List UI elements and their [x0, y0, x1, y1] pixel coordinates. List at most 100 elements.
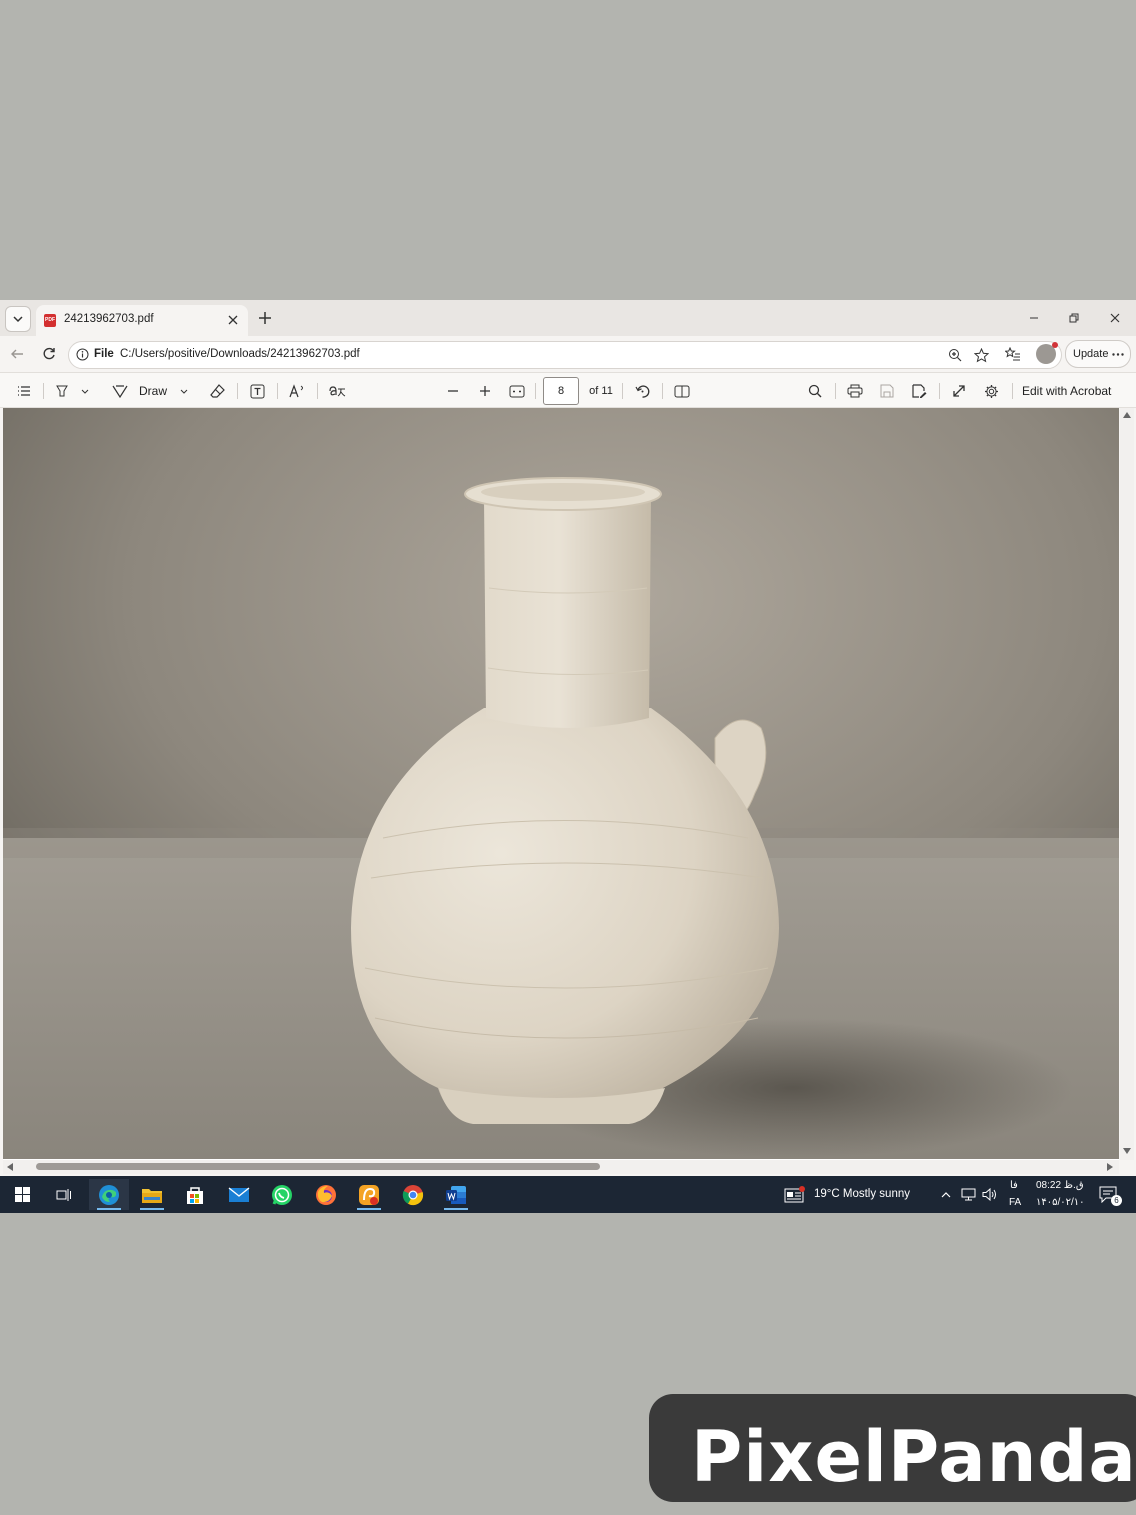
- save-as-button[interactable]: [909, 380, 929, 402]
- chevron-down-icon: [13, 316, 23, 323]
- plus-icon: [480, 386, 490, 396]
- horizontal-scrollbar[interactable]: [3, 1160, 1119, 1174]
- eraser-icon: [209, 384, 225, 398]
- plus-icon: [259, 312, 271, 324]
- volume-button[interactable]: [979, 1179, 999, 1210]
- taskbar-file-explorer[interactable]: [132, 1179, 172, 1210]
- page-view-button[interactable]: [672, 380, 692, 402]
- taskbar: 19°C Mostly sunny فا FA ق.ظ 08:22 ۱۴۰۵/۰…: [0, 1176, 1136, 1213]
- highlight-button[interactable]: [52, 380, 92, 402]
- refresh-button[interactable]: [38, 343, 60, 365]
- zoom-in-button[interactable]: [475, 380, 495, 402]
- read-aloud-button[interactable]: [287, 380, 307, 402]
- update-button[interactable]: Update: [1065, 340, 1131, 368]
- url-text[interactable]: C:/Users/positive/Downloads/24213962703.…: [120, 348, 360, 360]
- minus-icon: [448, 390, 458, 392]
- info-icon[interactable]: [76, 348, 89, 361]
- search-button[interactable]: [805, 380, 825, 402]
- new-tab-button[interactable]: [254, 307, 276, 329]
- erase-button[interactable]: [207, 380, 227, 402]
- profile-avatar[interactable]: [1036, 342, 1058, 364]
- favorites-list-icon: [1005, 347, 1020, 361]
- start-button[interactable]: [2, 1179, 42, 1210]
- taskbar-edge[interactable]: [89, 1179, 129, 1210]
- browser-window: PDF 24213962703.pdf File C:/Users/positi…: [0, 300, 1136, 1176]
- show-hidden-icons-button[interactable]: [936, 1179, 956, 1210]
- translate-button[interactable]: [326, 380, 348, 402]
- clock-date[interactable]: ۱۴۰۵/۰۲/۱۰: [1036, 1197, 1085, 1208]
- gear-icon: [984, 384, 998, 398]
- weather-widget-button[interactable]: [778, 1179, 812, 1210]
- favorites-button[interactable]: [1002, 343, 1024, 365]
- page-number-input[interactable]: 8: [543, 377, 579, 405]
- pdf-toolbar: Draw 8 of 11 Edit with Acrobat: [0, 372, 1136, 408]
- close-icon: [1110, 313, 1120, 323]
- minimize-button[interactable]: [1022, 307, 1046, 329]
- add-text-button[interactable]: [247, 380, 267, 402]
- input-language-native[interactable]: فا: [1010, 1180, 1018, 1191]
- address-row: File C:/Users/positive/Downloads/2421396…: [0, 336, 1136, 372]
- draw-label: Draw: [139, 384, 168, 398]
- mail-icon: [228, 1186, 250, 1202]
- file-explorer-icon: [142, 1188, 162, 1203]
- vertical-scrollbar[interactable]: [1120, 408, 1134, 1160]
- zoom-out-button[interactable]: [443, 380, 463, 402]
- page-total: of 11: [589, 385, 613, 397]
- task-view-button[interactable]: [44, 1179, 84, 1210]
- clock-time[interactable]: ق.ظ 08:22: [1036, 1180, 1084, 1191]
- chevron-up-icon: [941, 1192, 951, 1198]
- refresh-icon: [43, 347, 55, 360]
- fit-page-button[interactable]: [507, 380, 527, 402]
- taskbar-paint-app[interactable]: [349, 1179, 389, 1210]
- pdf-page-viewport[interactable]: [3, 408, 1119, 1160]
- draw-button[interactable]: Draw: [112, 380, 192, 402]
- back-button[interactable]: [6, 343, 28, 365]
- whatsapp-icon: [272, 1184, 292, 1205]
- address-bar[interactable]: File C:/Users/positive/Downloads/2421396…: [68, 341, 1062, 369]
- zoom-icon: [949, 349, 962, 362]
- search-icon: [808, 384, 822, 398]
- taskbar-firefox[interactable]: [306, 1179, 346, 1210]
- tab-actions-button[interactable]: [5, 306, 31, 332]
- network-button[interactable]: [958, 1179, 978, 1210]
- close-tab-button[interactable]: [224, 311, 242, 329]
- paint-app-icon: [359, 1184, 379, 1205]
- two-page-view-icon: [674, 385, 690, 397]
- taskbar-store[interactable]: [175, 1179, 215, 1210]
- scroll-down-icon: [1123, 1148, 1131, 1154]
- scroll-left-icon: [7, 1163, 13, 1171]
- restore-button[interactable]: [1062, 307, 1086, 329]
- settings-button[interactable]: [981, 380, 1001, 402]
- taskbar-chrome[interactable]: [393, 1179, 433, 1210]
- translate-icon: [329, 386, 346, 397]
- input-language-code[interactable]: FA: [1009, 1197, 1021, 1208]
- save-icon: [880, 384, 894, 398]
- horizontal-scroll-thumb[interactable]: [36, 1163, 600, 1170]
- chrome-icon: [402, 1184, 424, 1205]
- zoom-indicator-button[interactable]: [947, 347, 963, 363]
- taskbar-word[interactable]: [436, 1179, 476, 1210]
- edit-with-acrobat-button[interactable]: Edit with Acrobat: [1022, 380, 1124, 402]
- close-window-button[interactable]: [1103, 307, 1127, 329]
- favorite-button[interactable]: [973, 347, 989, 363]
- taskbar-whatsapp[interactable]: [262, 1179, 302, 1210]
- fullscreen-button[interactable]: [949, 380, 969, 402]
- taskbar-mail[interactable]: [219, 1179, 259, 1210]
- update-label: Update: [1073, 348, 1109, 360]
- fit-to-width-icon: [509, 385, 525, 397]
- close-icon: [228, 315, 238, 325]
- task-view-icon: [56, 1188, 71, 1201]
- rotate-button[interactable]: [632, 380, 652, 402]
- volume-icon: [982, 1188, 996, 1201]
- notification-center-button[interactable]: 6: [1094, 1179, 1122, 1210]
- tab-bar: PDF 24213962703.pdf: [0, 300, 1136, 336]
- contents-button[interactable]: [14, 380, 34, 402]
- print-button[interactable]: [845, 380, 865, 402]
- pdf-file-icon: PDF: [44, 314, 56, 327]
- save-button[interactable]: [877, 380, 897, 402]
- weather-text[interactable]: 19°C Mostly sunny: [814, 1188, 910, 1200]
- start-icon: [14, 1187, 30, 1202]
- tab-active[interactable]: PDF 24213962703.pdf: [36, 305, 248, 336]
- url-scheme: File: [94, 348, 114, 360]
- save-as-icon: [911, 384, 926, 398]
